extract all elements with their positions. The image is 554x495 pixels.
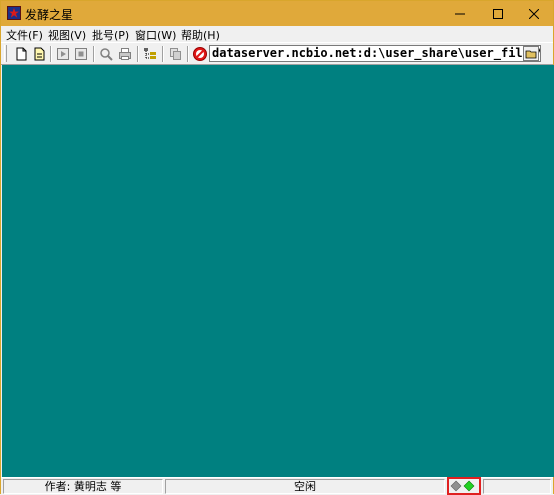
toolbar-separator bbox=[162, 46, 164, 62]
menu-batch[interactable]: 批号(P) bbox=[92, 27, 129, 43]
open-file-icon[interactable] bbox=[31, 46, 47, 62]
menu-bar: 文件(F) 视图(V) 批号(P) 窗口(W) 帮助(H) bbox=[1, 26, 553, 42]
minimize-icon bbox=[455, 13, 465, 14]
copy-icon[interactable] bbox=[167, 46, 183, 62]
close-icon bbox=[529, 8, 539, 19]
maximize-icon bbox=[493, 8, 503, 19]
app-logo-icon bbox=[7, 6, 21, 20]
server-address-text: dataserver.ncbio.net:d:\user_share\user_… bbox=[212, 46, 541, 60]
close-button[interactable] bbox=[515, 1, 553, 26]
status-author-panel: 作者: 黄明志 等 bbox=[3, 479, 163, 494]
tree-view-icon[interactable] bbox=[142, 46, 158, 62]
zoom-icon[interactable] bbox=[98, 46, 114, 62]
server-address-field[interactable]: dataserver.ncbio.net:d:\user_share\user_… bbox=[209, 45, 541, 62]
toolbar-separator bbox=[50, 46, 52, 62]
toolbar-grip[interactable] bbox=[4, 45, 7, 62]
app-window: 发酵之星 文件(F) 视图(V) 批号(P) 窗口(W) 帮助(H) datas… bbox=[0, 0, 554, 495]
status-empty-panel bbox=[483, 479, 551, 494]
stop-icon[interactable] bbox=[73, 46, 89, 62]
toolbar-separator bbox=[137, 46, 139, 62]
minimize-button[interactable] bbox=[441, 1, 479, 26]
status-state-panel: 空闲 bbox=[165, 479, 445, 494]
menu-help[interactable]: 帮助(H) bbox=[181, 27, 220, 43]
print-icon[interactable] bbox=[117, 46, 133, 62]
new-file-icon[interactable] bbox=[13, 46, 29, 62]
browse-folder-button[interactable] bbox=[523, 46, 539, 61]
play-icon[interactable] bbox=[55, 46, 71, 62]
gray-diamond-icon bbox=[450, 480, 462, 492]
menu-view[interactable]: 视图(V) bbox=[48, 27, 86, 43]
mdi-client-area[interactable] bbox=[2, 65, 554, 477]
toolbar-separator bbox=[187, 46, 189, 62]
window-title: 发酵之星 bbox=[25, 8, 74, 22]
green-diamond-icon bbox=[463, 480, 475, 492]
title-bar[interactable]: 发酵之星 bbox=[1, 1, 553, 26]
menu-file[interactable]: 文件(F) bbox=[6, 27, 43, 43]
connection-status-icon[interactable] bbox=[192, 46, 208, 62]
menu-window[interactable]: 窗口(W) bbox=[135, 27, 176, 43]
open-folder-icon bbox=[525, 50, 537, 59]
toolbar-separator bbox=[93, 46, 95, 62]
maximize-button[interactable] bbox=[479, 1, 517, 26]
toolbar: dataserver.ncbio.net:d:\user_share\user_… bbox=[1, 42, 553, 65]
status-indicator bbox=[447, 477, 481, 495]
